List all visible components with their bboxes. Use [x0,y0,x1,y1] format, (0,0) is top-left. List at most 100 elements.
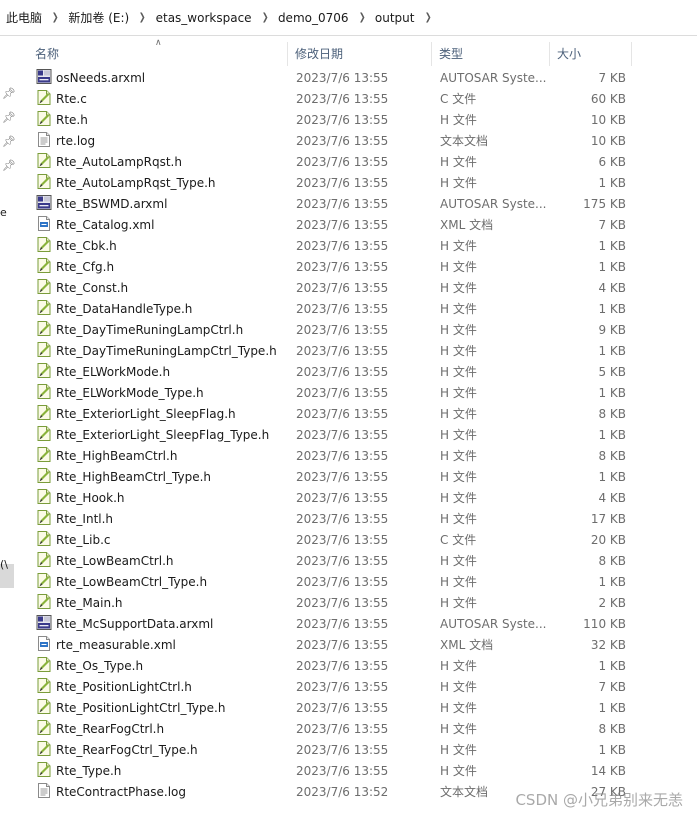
file-row[interactable]: Rte_ELWorkMode.h 2023/7/6 13:55 H 文件 5 KB [28,362,668,383]
breadcrumb-item[interactable]: 新加卷 (E:) [68,9,129,26]
file-row[interactable]: Rte_McSupportData.arxml 2023/7/6 13:55 AUT… [28,614,668,635]
file-row[interactable]: Rte_Catalog.xml 2023/7/6 13:55 XML 文档 7 KB [28,215,668,236]
file-modified-date: 2023/7/6 13:55 [296,71,389,85]
file-type: H 文件 [440,554,477,568]
file-name: Rte_PositionLightCtrl.h [56,680,192,694]
file-size: 1 KB [598,260,626,274]
breadcrumb-item[interactable]: etas_workspace [156,11,252,25]
file-size: 5 KB [598,365,626,379]
file-row[interactable]: Rte_ExteriorLight_SleepFlag.h 2023/7/6 13… [28,404,668,425]
column-header-size[interactable]: 大小 [550,42,632,66]
chevron-right-icon[interactable]: ❯ [358,12,365,23]
file-modified-date: 2023/7/6 13:55 [296,365,389,379]
file-row[interactable]: Rte_HighBeamCtrl.h 2023/7/6 13:55 H 文件 8 KB [28,446,668,467]
file-row[interactable]: rte.log 2023/7/6 13:55 文本文档 10 KB [28,131,668,152]
file-modified-date: 2023/7/6 13:55 [296,239,389,253]
source-file-icon [36,404,52,425]
file-type: H 文件 [440,491,477,505]
file-row[interactable]: Rte_ExteriorLight_SleepFlag_Type.h 2023/7… [28,425,668,446]
source-file-icon [36,383,52,404]
file-row[interactable]: Rte_PositionLightCtrl.h 2023/7/6 13:55 H 文… [28,677,668,698]
chevron-right-icon[interactable]: ❯ [139,12,146,23]
arxml-file-icon [36,614,52,635]
address-bar[interactable]: 此电脑 ❯ 新加卷 (E:) ❯ etas_workspace ❯ demo_0… [0,0,697,36]
file-row[interactable]: Rte_Const.h 2023/7/6 13:55 H 文件 4 KB [28,278,668,299]
file-row[interactable]: Rte_Hook.h 2023/7/6 13:55 H 文件 4 KB [28,488,668,509]
file-row[interactable]: Rte_Os_Type.h 2023/7/6 13:55 H 文件 1 KB [28,656,668,677]
column-header-date[interactable]: 修改日期 [288,42,432,66]
file-row[interactable]: Rte_RearFogCtrl.h 2023/7/6 13:55 H 文件 8 KB [28,719,668,740]
file-row[interactable]: Rte_BSWMD.arxml 2023/7/6 13:55 AUTOSAR Sys… [28,194,668,215]
file-row[interactable]: Rte_ELWorkMode_Type.h 2023/7/6 13:55 H 文件 1… [28,383,668,404]
file-size: 1 KB [598,239,626,253]
file-row[interactable]: Rte_HighBeamCtrl_Type.h 2023/7/6 13:55 H 文… [28,467,668,488]
pin-icon[interactable]: 📌︎ [2,136,16,148]
file-row[interactable]: Rte_Lib.c 2023/7/6 13:55 C 文件 20 KB [28,530,668,551]
file-modified-date: 2023/7/6 13:55 [296,554,389,568]
source-file-icon [36,467,52,488]
file-type: H 文件 [440,680,477,694]
file-size: 14 KB [590,764,626,778]
file-modified-date: 2023/7/6 13:55 [296,281,389,295]
file-row[interactable]: Rte_PositionLightCtrl_Type.h 2023/7/6 13:… [28,698,668,719]
file-modified-date: 2023/7/6 13:55 [296,218,389,232]
file-type: H 文件 [440,512,477,526]
source-file-icon [36,740,52,761]
file-row[interactable]: Rte_Type.h 2023/7/6 13:55 H 文件 14 KB [28,761,668,782]
file-row[interactable]: Rte_AutoLampRqst.h 2023/7/6 13:55 H 文件 6 KB [28,152,668,173]
file-row[interactable]: Rte_RearFogCtrl_Type.h 2023/7/6 13:55 H 文件… [28,740,668,761]
chevron-right-icon[interactable]: ❯ [261,12,268,23]
breadcrumb-item[interactable]: output [375,11,415,25]
nav-item-fragment[interactable]: e [0,206,7,219]
source-file-icon [36,593,52,614]
file-row[interactable]: Rte_Cbk.h 2023/7/6 13:55 H 文件 1 KB [28,236,668,257]
file-row[interactable]: Rte_Cfg.h 2023/7/6 13:55 H 文件 1 KB [28,257,668,278]
file-name: Rte_ExteriorLight_SleepFlag_Type.h [56,428,270,442]
column-headers: ∧ 名称 修改日期 类型 大小 [28,38,668,66]
breadcrumb-item[interactable]: 此电脑 [6,9,42,26]
source-file-icon [36,89,52,110]
file-name: osNeeds.arxml [56,71,146,85]
file-type: AUTOSAR Syste... [440,617,547,631]
breadcrumb-item[interactable]: demo_0706 [278,11,349,25]
file-size: 1 KB [598,701,626,715]
file-type: H 文件 [440,386,477,400]
file-type: C 文件 [440,533,477,547]
file-row[interactable]: osNeeds.arxml 2023/7/6 13:55 AUTOSAR Syste… [28,68,668,89]
file-modified-date: 2023/7/6 13:55 [296,575,389,589]
file-row[interactable]: Rte_AutoLampRqst_Type.h 2023/7/6 13:55 H 文… [28,173,668,194]
pin-icon[interactable]: 📌︎ [2,88,16,100]
file-type: H 文件 [440,239,477,253]
file-modified-date: 2023/7/6 13:55 [296,680,389,694]
column-header-type[interactable]: 类型 [432,42,550,66]
chevron-right-icon[interactable]: ❯ [52,12,59,23]
file-type: C 文件 [440,92,477,106]
column-header-name[interactable]: 名称 [28,42,288,66]
file-type: H 文件 [440,344,477,358]
file-row[interactable]: rte_measurable.xml 2023/7/6 13:55 XML 文档 32… [28,635,668,656]
file-type: H 文件 [440,302,477,316]
file-row[interactable]: Rte_DataHandleType.h 2023/7/6 13:55 H 文件 1 … [28,299,668,320]
file-size: 10 KB [590,134,626,148]
pin-icon[interactable]: 📌︎ [2,112,16,124]
file-size: 7 KB [598,680,626,694]
file-row[interactable]: Rte.h 2023/7/6 13:55 H 文件 10 KB [28,110,668,131]
file-type: H 文件 [440,176,477,190]
file-row[interactable]: Rte_Main.h 2023/7/6 13:55 H 文件 2 KB [28,593,668,614]
chevron-right-icon[interactable]: ❯ [424,12,431,23]
file-row[interactable]: Rte_LowBeamCtrl_Type.h 2023/7/6 13:55 H 文件… [28,572,668,593]
file-size: 7 KB [598,218,626,232]
file-row[interactable]: Rte_Intl.h 2023/7/6 13:55 H 文件 17 KB [28,509,668,530]
file-size: 4 KB [598,491,626,505]
file-modified-date: 2023/7/6 13:55 [296,470,389,484]
file-row[interactable]: Rte_DayTimeRuningLampCtrl.h 2023/7/6 13:5… [28,320,668,341]
pin-icon[interactable]: 📌︎ [2,160,16,172]
nav-item-fragment[interactable]: (\ [0,558,8,571]
file-modified-date: 2023/7/6 13:55 [296,449,389,463]
file-row[interactable]: Rte_LowBeamCtrl.h 2023/7/6 13:55 H 文件 8 KB [28,551,668,572]
file-row[interactable]: Rte.c 2023/7/6 13:55 C 文件 60 KB [28,89,668,110]
file-name: Rte_HighBeamCtrl_Type.h [56,470,211,484]
file-size: 60 KB [590,92,626,106]
file-row[interactable]: Rte_DayTimeRuningLampCtrl_Type.h 2023/7/6… [28,341,668,362]
source-file-icon [36,425,52,446]
